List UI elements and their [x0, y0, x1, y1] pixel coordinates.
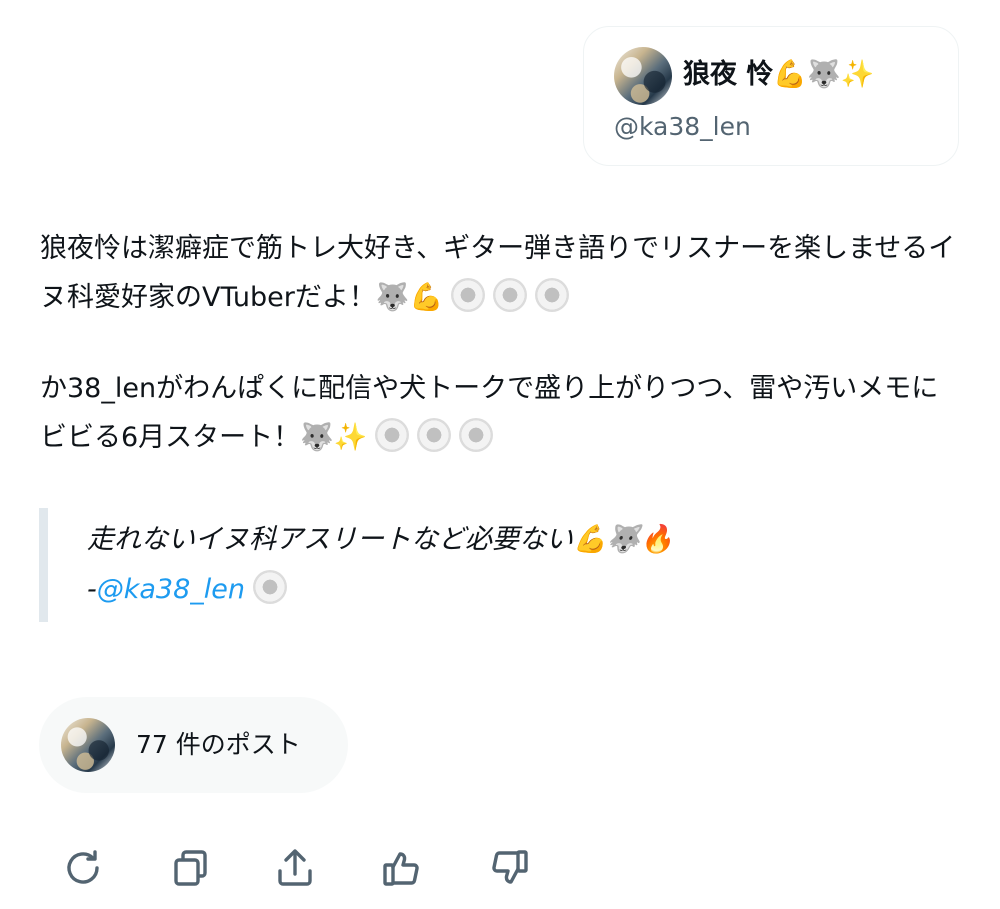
avatar[interactable] — [614, 47, 672, 105]
share-button[interactable] — [267, 840, 323, 896]
bio-emoji-2: 🐺✨ — [300, 422, 368, 453]
custom-emoji-icon — [535, 278, 570, 312]
avatar-image — [614, 47, 672, 105]
quote-dash: - — [87, 574, 97, 605]
post-count-button[interactable]: 77 件のポスト — [39, 697, 348, 793]
custom-emoji-icon — [459, 418, 494, 452]
bio-paragraph-1: 狼夜怜は潔癖症で筋トレ大好き、ギター弾き語りでリスナーを楽しませるイヌ科愛好家の… — [40, 224, 960, 322]
quote-text: 走れないイヌ科アスリートなど必要ない💪🐺🔥 — [87, 524, 674, 555]
post-count-label: 77 件のポスト — [136, 730, 301, 759]
blockquote: 走れないイヌ科アスリートなど必要ない💪🐺🔥 -@ka38_len — [39, 508, 939, 622]
custom-emoji-icon — [417, 418, 452, 452]
quote-attribution: -@ka38_len — [87, 570, 288, 610]
page: 狼夜 怜💪🐺✨ @ka38_len 狼夜怜は潔癖症で筋トレ大好き、ギター弾き語り… — [0, 0, 1000, 909]
avatar-image — [61, 718, 115, 772]
dislike-button[interactable] — [481, 840, 537, 896]
custom-emoji-icon — [253, 570, 288, 604]
action-bar — [0, 840, 1000, 900]
copy-icon — [174, 850, 207, 886]
like-button[interactable] — [374, 840, 430, 896]
bio-paragraph-2: か38_lenがわんぱくに配信や犬トークで盛り上がりつつ、雷や汚いメモにビビる6… — [40, 364, 960, 462]
quote-bar — [39, 508, 48, 622]
custom-emoji-icon — [451, 278, 486, 312]
bio-emoji-1: 🐺💪 — [375, 282, 444, 313]
thumbs-down-icon — [492, 850, 528, 884]
custom-emoji-icon — [493, 278, 528, 312]
share-icon — [278, 849, 312, 886]
display-name: 狼夜 怜💪🐺✨ — [683, 59, 875, 90]
custom-emoji-icon — [375, 418, 410, 452]
avatar — [61, 718, 115, 772]
thumbs-up-icon — [383, 852, 419, 886]
refresh-button[interactable] — [55, 840, 111, 896]
refresh-icon — [67, 850, 99, 884]
copy-button[interactable] — [162, 840, 218, 896]
profile-card[interactable]: 狼夜 怜💪🐺✨ @ka38_len — [583, 26, 959, 166]
mention-link[interactable]: @ka38_len — [97, 574, 245, 605]
handle: @ka38_len — [614, 112, 751, 141]
